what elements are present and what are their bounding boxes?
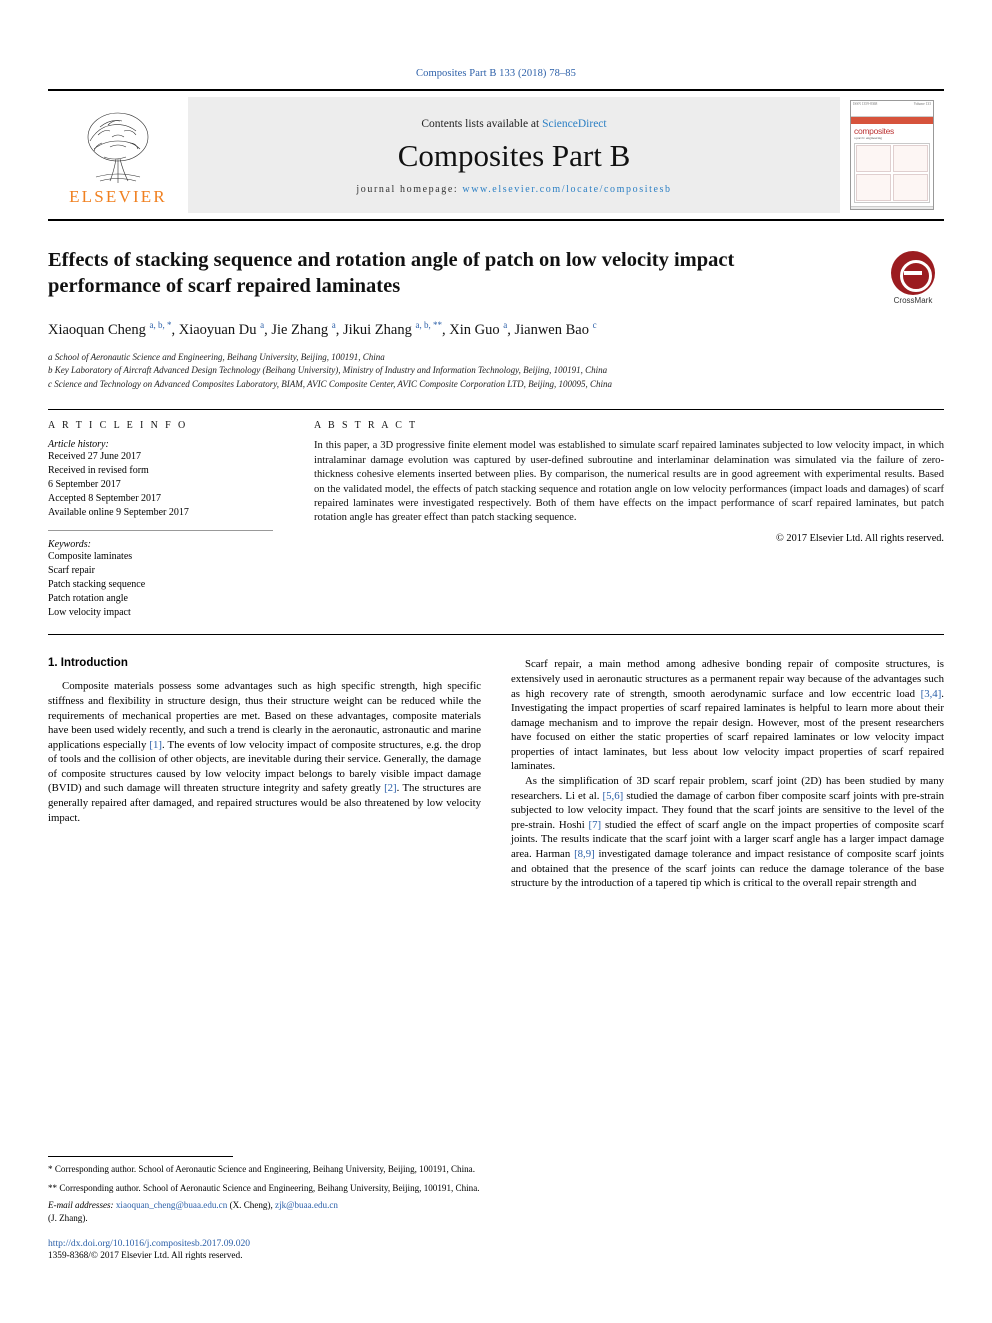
keyword-item: Low velocity impact bbox=[48, 607, 131, 619]
cover-figure-grid bbox=[854, 143, 930, 203]
history-item: 6 September 2017 bbox=[48, 479, 121, 491]
journal-cover-image: ISSN 1359-8368 Volume 133 composites a p… bbox=[850, 100, 934, 210]
journal-reference: Composites Part B 133 (2018) 78–85 bbox=[415, 68, 577, 79]
crossmark-label: CrossMark bbox=[893, 296, 933, 305]
abstract-rights: © 2017 Elsevier Ltd. All rights reserved… bbox=[776, 532, 944, 544]
cover-top-bar: ISSN 1359-8368 Volume 133 bbox=[851, 101, 933, 117]
cover-corner-right: Volume 133 bbox=[913, 102, 931, 106]
citation-link[interactable]: [5,6] bbox=[603, 790, 624, 802]
keywords-label: Keywords: bbox=[48, 539, 91, 551]
citation-link[interactable]: [8,9] bbox=[574, 848, 595, 860]
paragraph: Composite materials possess some advanta… bbox=[48, 680, 481, 824]
paragraph: As the simplification of 3D scarf repair… bbox=[511, 775, 944, 890]
abstract-divider-bottom bbox=[48, 634, 944, 636]
keywords-list: Composite laminates Scarf repair Patch s… bbox=[48, 550, 284, 620]
footnote-divider bbox=[48, 1156, 233, 1158]
publisher-logo: ELSEVIER bbox=[48, 91, 188, 219]
publisher-name: ELSEVIER bbox=[69, 187, 167, 206]
affiliation-b: b Key Laboratory of Aircraft Advanced De… bbox=[48, 365, 608, 376]
cover-grid-cell bbox=[856, 174, 891, 201]
sciencedirect-link[interactable]: ScienceDirect bbox=[542, 118, 607, 130]
keyword-item: Patch rotation angle bbox=[48, 593, 128, 605]
email-name-1: (X. Cheng), bbox=[229, 1200, 273, 1211]
footnote-corresponding-1: * Corresponding author. School of Aerona… bbox=[48, 1164, 475, 1175]
cover-grid-cell bbox=[856, 145, 891, 172]
citation-link[interactable]: [1] bbox=[149, 739, 162, 751]
keyword-item: Scarf repair bbox=[48, 565, 95, 577]
footnote-emails: E-mail addresses: xiaoquan_cheng@buaa.ed… bbox=[48, 1199, 481, 1224]
cover-grid-cell bbox=[893, 174, 928, 201]
email-link-1[interactable]: xiaoquan_cheng@buaa.edu.cn bbox=[116, 1200, 227, 1210]
history-item: Received 27 June 2017 bbox=[48, 451, 142, 463]
abstract-text: In this paper, a 3D progressive finite e… bbox=[314, 440, 944, 524]
history-item: Received in revised form bbox=[48, 465, 149, 477]
cover-color-band bbox=[851, 117, 933, 124]
doi-link[interactable]: http://dx.doi.org/10.1016/j.compositesb.… bbox=[48, 1238, 481, 1249]
section-title-introduction: 1. Introduction bbox=[48, 657, 128, 670]
keyword-item: Patch stacking sequence bbox=[48, 579, 146, 591]
cover-footer bbox=[851, 206, 933, 209]
homepage-prefix: journal homepage: bbox=[356, 183, 463, 195]
info-divider bbox=[48, 530, 273, 532]
crossmark-badge[interactable]: CrossMark bbox=[882, 251, 944, 305]
issn-copyright: 1359-8368/© 2017 Elsevier Ltd. All right… bbox=[48, 1251, 243, 1261]
journal-header: ELSEVIER Contents lists available at Sci… bbox=[48, 89, 944, 221]
body-column-left: 1. Introduction Composite materials poss… bbox=[48, 657, 481, 891]
history-item: Accepted 8 September 2017 bbox=[48, 493, 162, 505]
journal-cover-cell: ISSN 1359-8368 Volume 133 composites a p… bbox=[840, 91, 944, 219]
affiliations: a School of Aeronautic Science and Engin… bbox=[48, 351, 944, 392]
footnote-block: * Corresponding author. School of Aerona… bbox=[48, 1142, 481, 1261]
info-abstract-row: A R T I C L E I N F O Article history: R… bbox=[48, 410, 944, 620]
email-name-2: (J. Zhang). bbox=[48, 1212, 88, 1223]
affiliation-a: a School of Aeronautic Science and Engin… bbox=[48, 351, 385, 362]
contents-line: Contents lists available at ScienceDirec… bbox=[421, 118, 606, 130]
article-info-heading: A R T I C L E I N F O bbox=[48, 420, 188, 432]
body-columns: 1. Introduction Composite materials poss… bbox=[48, 657, 944, 891]
journal-banner: Contents lists available at ScienceDirec… bbox=[188, 97, 840, 213]
elsevier-tree-icon bbox=[87, 112, 149, 183]
contents-prefix: Contents lists available at bbox=[421, 117, 543, 130]
citation-link[interactable]: [7] bbox=[589, 819, 602, 831]
article-history-label: Article history: bbox=[48, 439, 109, 451]
journal-title: Composites Part B bbox=[397, 137, 631, 173]
abstract-heading: A B S T R A C T bbox=[314, 420, 418, 432]
abstract: A B S T R A C T In this paper, a 3D prog… bbox=[314, 420, 944, 620]
email-link-2[interactable]: zjk@buaa.edu.cn bbox=[275, 1200, 338, 1210]
cover-subtitle: a part b: engineering bbox=[854, 136, 882, 140]
paragraph: Scarf repair, a main method among adhesi… bbox=[511, 658, 944, 773]
citation-link[interactable]: [2] bbox=[384, 782, 397, 794]
cover-brand: composites bbox=[854, 126, 894, 136]
page: Composites Part B 133 (2018) 78–85 ELSEV… bbox=[0, 0, 992, 1323]
article-info: A R T I C L E I N F O Article history: R… bbox=[48, 420, 284, 620]
page-title: Effects of stacking sequence and rotatio… bbox=[48, 249, 735, 297]
history-item: Available online 9 September 2017 bbox=[48, 507, 189, 519]
affiliation-c: c Science and Technology on Advanced Com… bbox=[48, 378, 613, 389]
cover-corner-left: ISSN 1359-8368 bbox=[853, 102, 878, 106]
keyword-item: Composite laminates bbox=[48, 551, 133, 563]
title-area: Effects of stacking sequence and rotatio… bbox=[48, 247, 944, 391]
journal-homepage: journal homepage: www.elsevier.com/locat… bbox=[356, 184, 671, 195]
email-label: E-mail addresses: bbox=[48, 1200, 114, 1211]
author-list: Xiaoquan Cheng a, b, *, Xiaoyuan Du a, J… bbox=[48, 320, 597, 338]
homepage-url[interactable]: www.elsevier.com/locate/compositesb bbox=[462, 184, 671, 195]
footnote-corresponding-2: ** Corresponding author. School of Aeron… bbox=[48, 1182, 480, 1193]
cover-grid-cell bbox=[893, 145, 928, 172]
body-column-right: Scarf repair, a main method among adhesi… bbox=[511, 657, 944, 891]
crossmark-icon bbox=[891, 251, 935, 295]
citation-link[interactable]: [3,4] bbox=[921, 688, 942, 700]
